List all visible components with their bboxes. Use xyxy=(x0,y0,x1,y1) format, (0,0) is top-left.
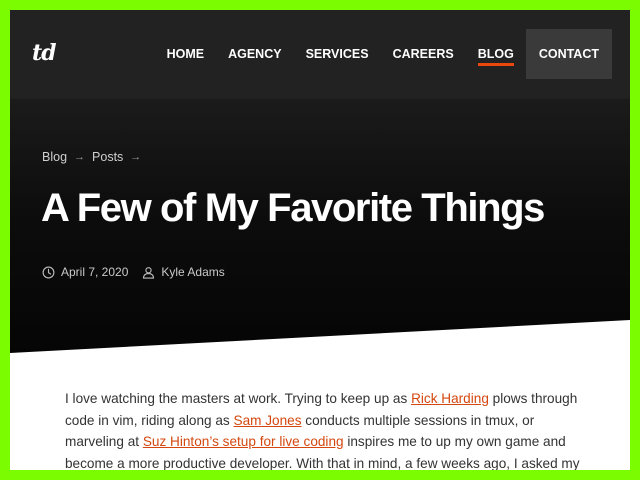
user-icon xyxy=(143,266,155,279)
nav-agency[interactable]: AGENCY xyxy=(216,29,293,79)
page-frame: td HOME AGENCY SERVICES CAREERS BLOG CON… xyxy=(10,10,630,470)
arrow-right-icon: → xyxy=(130,151,142,163)
breadcrumb-posts[interactable]: Posts xyxy=(92,150,123,164)
post-date: April 7, 2020 xyxy=(42,265,128,279)
link-rick-harding[interactable]: Rick Harding xyxy=(411,391,489,406)
nav-contact[interactable]: CONTACT xyxy=(525,29,612,79)
site-logo[interactable]: td xyxy=(32,40,57,66)
post-body-paragraph: I love watching the masters at work. Try… xyxy=(65,388,580,470)
arrow-right-icon: → xyxy=(74,151,86,163)
post-meta: April 7, 2020 Kyle Adams xyxy=(42,265,225,279)
link-sam-jones[interactable]: Sam Jones xyxy=(234,413,302,428)
breadcrumb: Blog → Posts → xyxy=(42,150,148,164)
post-date-text: April 7, 2020 xyxy=(61,265,129,279)
clock-icon xyxy=(42,266,55,278)
nav-services[interactable]: SERVICES xyxy=(294,29,381,79)
body-text-run: I love watching the masters at work. Try… xyxy=(65,391,412,406)
nav-links: HOME AGENCY SERVICES CAREERS BLOG CONTAC… xyxy=(155,29,612,79)
link-suz-hinton-setup[interactable]: Suz Hinton’s setup for live coding xyxy=(143,434,344,449)
post-title: A Few of My Favorite Things xyxy=(41,186,545,230)
nav-careers[interactable]: CAREERS xyxy=(381,29,466,79)
post-author-name[interactable]: Kyle Adams xyxy=(161,265,224,279)
breadcrumb-blog[interactable]: Blog xyxy=(42,150,67,164)
top-navigation: td HOME AGENCY SERVICES CAREERS BLOG CON… xyxy=(10,10,630,98)
nav-blog[interactable]: BLOG xyxy=(466,29,526,79)
post-author: Kyle Adams xyxy=(142,265,225,279)
nav-home[interactable]: HOME xyxy=(155,29,217,79)
